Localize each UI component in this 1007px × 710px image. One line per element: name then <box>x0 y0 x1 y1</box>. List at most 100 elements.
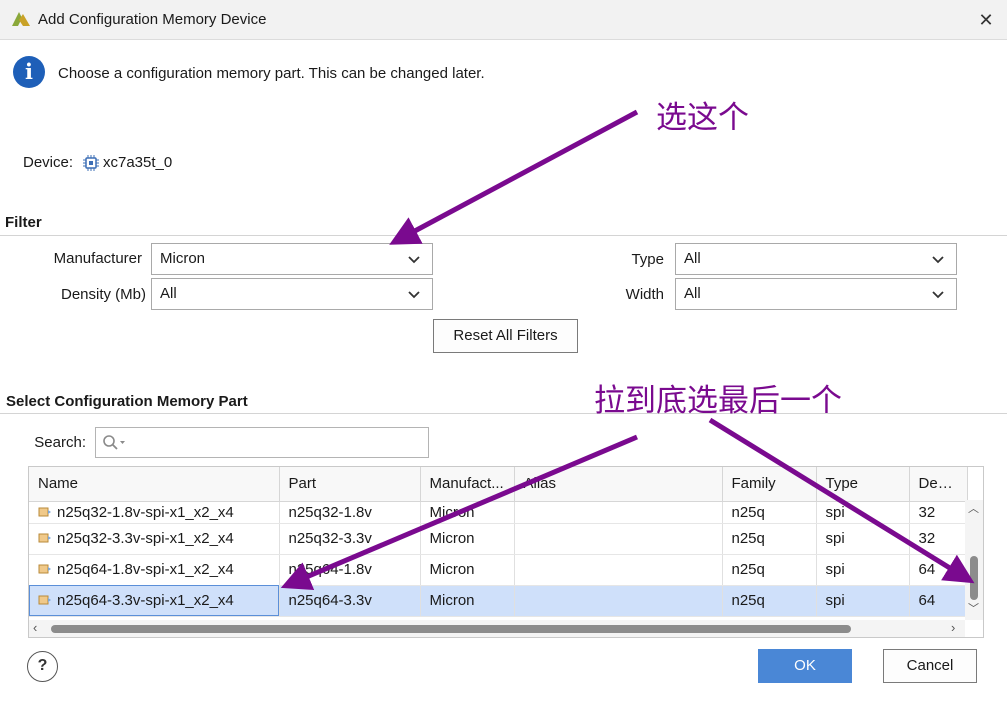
search-input[interactable] <box>95 427 429 458</box>
ok-button[interactable]: OK <box>758 649 852 683</box>
cell-manufacturer: Micron <box>420 523 515 555</box>
cell-name: n25q64-3.3v-spi-x1_x2_x4 <box>29 585 280 617</box>
cell-density: 64 <box>909 585 968 617</box>
manufacturer-value: Micron <box>160 250 206 267</box>
table-row[interactable]: n25q64-3.3v-spi-x1_x2_x4 n25q64-3.3v Micro… <box>29 585 968 617</box>
cell-family-text: n25q <box>731 530 765 547</box>
cell-family-text: n25q <box>731 503 765 521</box>
cell-manufacturer: Micron <box>420 501 515 524</box>
cell-density-text: 64 <box>918 592 936 609</box>
parts-table[interactable]: Name Part Manufact... Alias Family Type … <box>28 466 984 638</box>
cell-type: spi <box>816 554 910 586</box>
cell-alias <box>514 554 723 586</box>
memory-part-icon <box>38 564 51 574</box>
table-row[interactable]: n25q32-3.3v-spi-x1_x2_x4 n25q32-3.3v Micro… <box>29 523 968 555</box>
cell-density: 64 <box>909 554 968 586</box>
column-header-type[interactable]: Type <box>816 467 910 502</box>
device-value: xc7a35t_0 <box>103 154 173 171</box>
chip-icon <box>83 155 99 171</box>
density-select[interactable]: All <box>151 278 433 310</box>
cell-manufacturer: Micron <box>420 554 515 586</box>
cell-density-text: 32 <box>918 503 936 521</box>
cell-alias <box>514 501 723 524</box>
manufacturer-label: Manufacturer <box>53 250 142 267</box>
width-value: All <box>684 285 701 302</box>
cell-type-text: spi <box>825 592 845 609</box>
cell-part: n25q32-3.3v <box>279 523 421 555</box>
type-label: Type <box>631 251 664 268</box>
reset-filters-button[interactable]: Reset All Filters <box>433 319 578 353</box>
cell-manufacturer-text: Micron <box>429 530 475 547</box>
cell-name: n25q32-3.3v-spi-x1_x2_x4 <box>29 523 280 555</box>
cell-name: n25q64-1.8v-spi-x1_x2_x4 <box>29 554 280 586</box>
cell-manufacturer-text: Micron <box>429 561 475 578</box>
chevron-down-icon <box>932 291 944 299</box>
close-icon[interactable]: ✕ <box>972 6 1000 34</box>
filter-divider <box>0 235 1007 236</box>
search-label: Search: <box>34 434 86 451</box>
cell-part-text: n25q32-1.8v <box>288 503 372 521</box>
density-label: Density (Mb) <box>60 286 146 303</box>
table-header-row: Name Part Manufact... Alias Family Type … <box>29 467 968 502</box>
annotation-scroll-pick-last: 拉到底选最后一个 <box>594 383 842 419</box>
column-header-name[interactable]: Name <box>29 467 280 502</box>
manufacturer-select[interactable]: Micron <box>151 243 433 275</box>
filter-section-title: Filter <box>5 214 42 231</box>
scroll-down-icon[interactable]: ﹀ <box>968 600 979 616</box>
chevron-down-icon <box>408 256 420 264</box>
cell-family: n25q <box>722 585 817 617</box>
column-header-alias[interactable]: Alias <box>514 467 723 502</box>
cell-name-text: n25q64-1.8v-spi-x1_x2_x4 <box>57 561 234 578</box>
info-icon: i <box>13 56 45 88</box>
cell-family: n25q <box>722 501 817 524</box>
horizontal-scroll-thumb[interactable] <box>51 625 851 633</box>
cell-manufacturer: Micron <box>420 585 515 617</box>
column-header-family[interactable]: Family <box>722 467 817 502</box>
column-header-density[interactable]: Densit <box>909 467 968 502</box>
cancel-button[interactable]: Cancel <box>883 649 977 683</box>
cell-part: n25q64-1.8v <box>279 554 421 586</box>
cell-family: n25q <box>722 554 817 586</box>
select-part-divider <box>0 413 1007 414</box>
cell-part: n25q32-1.8v <box>279 501 421 524</box>
cell-manufacturer-text: Micron <box>429 503 475 521</box>
table-row[interactable]: n25q64-1.8v-spi-x1_x2_x4 n25q64-1.8v Micro… <box>29 554 968 586</box>
scroll-right-icon[interactable]: › <box>951 620 955 635</box>
memory-part-icon <box>38 507 51 516</box>
cell-part-text: n25q64-3.3v <box>288 592 372 609</box>
cell-density-text: 64 <box>918 561 936 578</box>
help-button[interactable]: ? <box>27 651 58 682</box>
cell-family: n25q <box>722 523 817 555</box>
cell-name-text: n25q64-3.3v-spi-x1_x2_x4 <box>57 592 234 609</box>
scroll-up-icon[interactable]: ︿ <box>968 500 979 516</box>
cell-part: n25q64-3.3v <box>279 585 421 617</box>
vertical-scrollbar[interactable]: ︿ ﹀ <box>965 500 983 620</box>
cell-density: 32 <box>909 501 968 524</box>
cell-part-text: n25q32-3.3v <box>288 530 372 547</box>
cell-type-text: spi <box>825 503 845 521</box>
cell-type-text: spi <box>825 530 845 547</box>
column-header-part[interactable]: Part <box>279 467 421 502</box>
window-title: Add Configuration Memory Device <box>38 11 267 28</box>
cell-density-text: 32 <box>918 530 936 547</box>
cell-alias <box>514 523 723 555</box>
width-select[interactable]: All <box>675 278 957 310</box>
cell-type-text: spi <box>825 561 845 578</box>
vertical-scroll-thumb[interactable] <box>970 556 978 600</box>
horizontal-scrollbar[interactable]: ‹ › <box>29 620 965 637</box>
arrow-to-manufacturer <box>389 109 639 245</box>
cell-type: spi <box>816 585 910 617</box>
cell-family-text: n25q <box>731 561 765 578</box>
density-value: All <box>160 285 177 302</box>
memory-part-icon <box>38 595 51 605</box>
cell-alias <box>514 585 723 617</box>
cell-manufacturer-text: Micron <box>429 592 475 609</box>
scroll-left-icon[interactable]: ‹ <box>33 620 37 635</box>
chevron-down-icon <box>408 291 420 299</box>
memory-part-icon <box>38 533 51 543</box>
table-row[interactable]: n25q32-1.8v-spi-x1_x2_x4 n25q32-1.8v Micro… <box>29 501 968 524</box>
type-select[interactable]: All <box>675 243 957 275</box>
cell-part-text: n25q64-1.8v <box>288 561 372 578</box>
column-header-manufacturer[interactable]: Manufact... <box>420 467 515 502</box>
chevron-down-icon <box>932 256 944 264</box>
